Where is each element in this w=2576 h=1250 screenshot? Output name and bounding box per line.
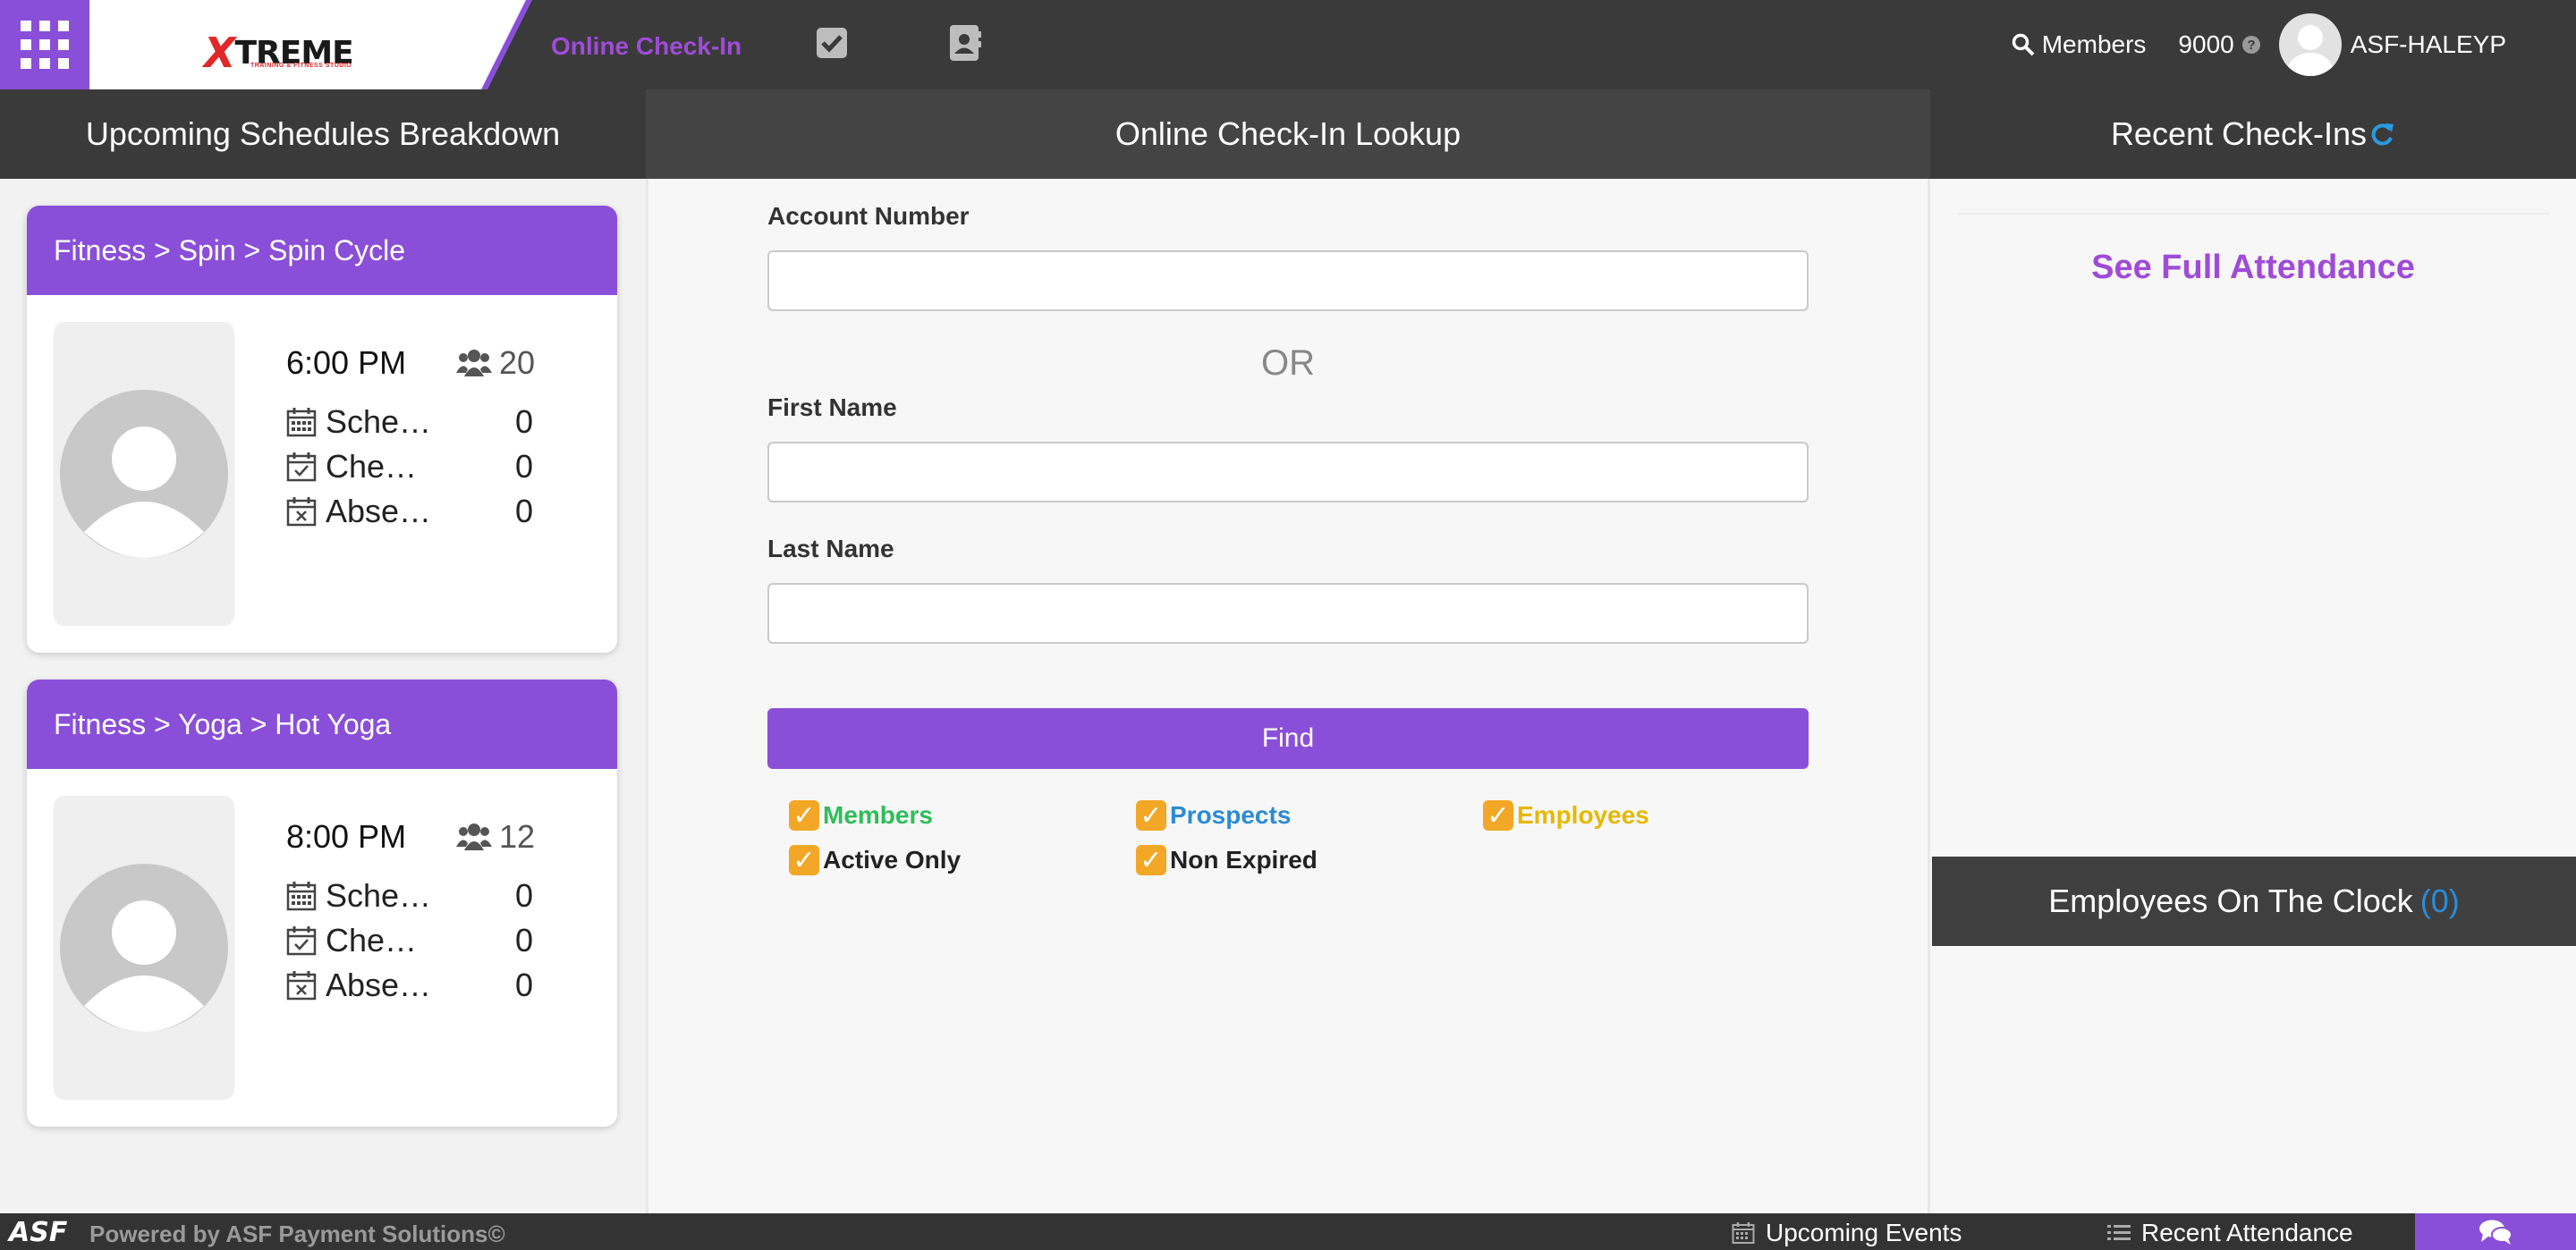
- last-name-input[interactable]: [767, 583, 1809, 644]
- center-panel-title: Online Check-In Lookup: [646, 89, 1930, 179]
- stat-checked-in: Che… 0: [286, 922, 533, 959]
- stat-absent: Abse… 0: [286, 967, 533, 1003]
- capacity: 12: [456, 818, 535, 856]
- users-icon: [456, 350, 492, 376]
- see-full-attendance-link[interactable]: See Full Attendance: [1930, 249, 2576, 287]
- stat-absent: Abse… 0: [286, 493, 533, 529]
- user-menu[interactable]: ASF-HALEYP: [2278, 13, 2506, 76]
- recent-check-ins-panel: [1930, 179, 2576, 1213]
- asf-logo: ASF: [9, 1217, 68, 1248]
- svg-text:?: ?: [2247, 38, 2255, 53]
- logo-wordmark: XTREME TRAINING & FITNESS STUDIO: [204, 29, 354, 77]
- checkmark-icon: ✓: [789, 845, 819, 875]
- instructor-photo: [54, 322, 234, 626]
- search-icon: [2012, 33, 2035, 56]
- stat-scheduled: Sche… 0: [286, 403, 533, 440]
- members-search-link[interactable]: Members: [2012, 30, 2147, 59]
- employees-on-the-clock-header[interactable]: Employees On The Clock (0): [1932, 857, 2576, 946]
- calendar-icon: [286, 882, 317, 911]
- find-button[interactable]: Find: [767, 708, 1809, 769]
- schedule-card[interactable]: Fitness > Yoga > Hot Yoga 8:00 PM 12 Sch…: [27, 680, 617, 1127]
- divider: [1957, 213, 2549, 215]
- calendar-x-icon: [286, 971, 317, 1001]
- check-in-lookup-panel: [646, 179, 1930, 1213]
- or-divider: OR: [1261, 343, 1315, 383]
- nav-title-online-check-in[interactable]: Online Check-In: [551, 32, 741, 61]
- avatar: [2278, 13, 2342, 76]
- instructor-photo: [54, 796, 234, 1100]
- first-name-label: First Name: [767, 393, 897, 421]
- check-square-icon[interactable]: [812, 23, 852, 63]
- list-icon: [2107, 1225, 2131, 1240]
- filter-members-checkbox[interactable]: ✓ Members: [789, 799, 933, 832]
- last-name-label: Last Name: [767, 535, 894, 562]
- upcoming-events-link[interactable]: Upcoming Events: [1732, 1219, 1962, 1247]
- refresh-icon[interactable]: [2368, 121, 2395, 148]
- app-menu-button[interactable]: [0, 0, 89, 89]
- filter-employees-checkbox[interactable]: ✓ Employees: [1483, 799, 1649, 832]
- schedule-card-title: Fitness > Spin > Spin Cycle: [27, 206, 617, 295]
- employees-count: (0): [2419, 883, 2460, 919]
- powered-by-text: Powered by ASF Payment Solutions©: [89, 1220, 505, 1247]
- calendar-icon: [1732, 1222, 1755, 1244]
- chat-button[interactable]: [2415, 1213, 2576, 1250]
- calendar-check-icon: [286, 452, 317, 482]
- logo[interactable]: XTREME TRAINING & FITNESS STUDIO: [89, 0, 537, 89]
- contact-book-icon[interactable]: [945, 23, 984, 63]
- filter-non-expired-checkbox[interactable]: ✓ Non Expired: [1136, 844, 1318, 876]
- calendar-x-icon: [286, 497, 317, 527]
- avatar-placeholder-icon: [60, 390, 228, 558]
- grid-icon: [21, 21, 69, 69]
- account-number-label: Account Number: [767, 202, 970, 230]
- users-icon: [456, 823, 492, 850]
- chat-icon: [2479, 1220, 2512, 1245]
- stat-scheduled: Sche… 0: [286, 877, 533, 914]
- checkmark-icon: ✓: [1136, 800, 1166, 831]
- filter-prospects-checkbox[interactable]: ✓ Prospects: [1136, 799, 1291, 832]
- account-number-input[interactable]: [767, 250, 1809, 311]
- checkmark-icon: ✓: [789, 800, 819, 831]
- stat-checked-in: Che… 0: [286, 448, 533, 485]
- capacity: 20: [456, 344, 535, 382]
- recent-attendance-link[interactable]: Recent Attendance: [2107, 1219, 2353, 1247]
- filter-active-only-checkbox[interactable]: ✓ Active Only: [789, 844, 961, 876]
- members-label: Members: [2041, 30, 2147, 58]
- location-selector[interactable]: 9000 ?: [2178, 30, 2260, 59]
- schedule-card-title: Fitness > Yoga > Hot Yoga: [27, 680, 617, 769]
- checkmark-icon: ✓: [1483, 800, 1513, 831]
- checkmark-icon: ✓: [1136, 845, 1166, 875]
- schedule-time: 6:00 PM: [286, 344, 407, 381]
- avatar-placeholder-icon: [60, 864, 228, 1032]
- top-nav: XTREME TRAINING & FITNESS STUDIO Online …: [0, 0, 2576, 89]
- location-number: 9000: [2178, 30, 2234, 58]
- first-name-input[interactable]: [767, 442, 1809, 503]
- left-panel-title: Upcoming Schedules Breakdown: [0, 89, 646, 179]
- schedule-time: 8:00 PM: [286, 818, 407, 855]
- footer: ASF Powered by ASF Payment Solutions© Up…: [0, 1213, 2576, 1250]
- calendar-icon: [286, 408, 317, 437]
- right-panel-title: Recent Check-Ins: [1930, 89, 2576, 179]
- username: ASF-HALEYP: [2350, 30, 2506, 58]
- schedule-card[interactable]: Fitness > Spin > Spin Cycle 6:00 PM 20 S…: [27, 206, 617, 653]
- question-circle-icon[interactable]: ?: [2241, 35, 2261, 55]
- calendar-check-icon: [286, 926, 317, 956]
